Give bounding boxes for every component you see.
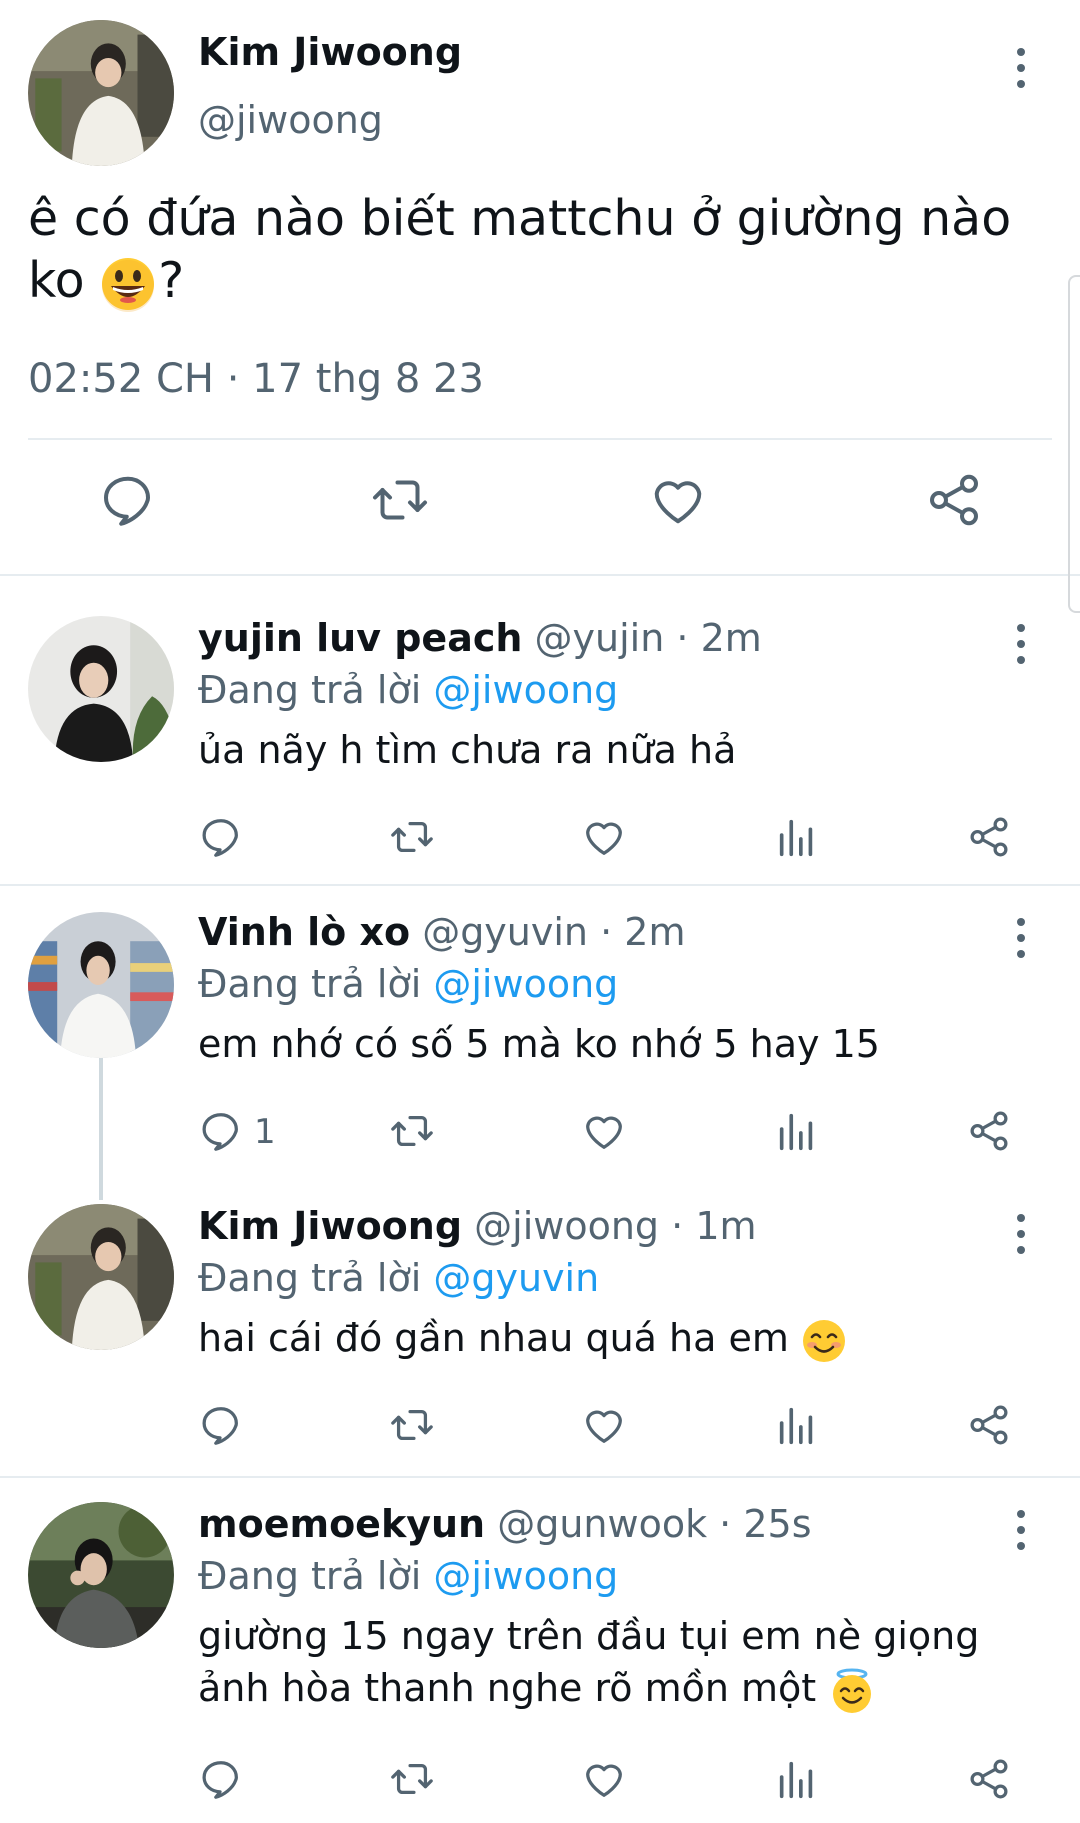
- reply-bubble-icon[interactable]: [198, 1402, 244, 1448]
- heart-icon[interactable]: [581, 1756, 627, 1802]
- analytics-icon[interactable]: [774, 814, 820, 860]
- avatar[interactable]: [28, 1502, 174, 1648]
- main-tweet: Kim Jiwoong @jiwoong ê có đứa nào biết m…: [0, 0, 1080, 575]
- heart-icon[interactable]: [648, 470, 708, 530]
- analytics-icon[interactable]: [774, 1108, 820, 1154]
- avatar[interactable]: [28, 1204, 174, 1350]
- retweet-icon[interactable]: [370, 470, 430, 530]
- reply-header: Kim Jiwoong @jiwoong · 1m: [198, 1204, 757, 1248]
- reply-bubble-icon[interactable]: [198, 814, 244, 860]
- tweet-actions: [0, 470, 1080, 542]
- share-icon[interactable]: [966, 814, 1012, 860]
- tweet-timestamp[interactable]: 02:52 CH · 17 thg 8 23: [28, 356, 484, 402]
- reply-header: Vinh lò xo @gyuvin · 2m: [198, 910, 686, 954]
- replying-prefix: Đang trả lời: [198, 1554, 422, 1598]
- replying-prefix: Đang trả lời: [198, 962, 422, 1006]
- grinning-face-emoji-icon: [102, 257, 155, 312]
- reply-tweet: Vinh lò xo @gyuvin · 2m Đang trả lời @ji…: [0, 886, 1080, 1196]
- mention-link[interactable]: @gyuvin: [433, 1256, 599, 1300]
- replying-to: Đang trả lời @jiwoong: [198, 1554, 618, 1598]
- author-name[interactable]: Kim Jiwoong: [198, 30, 462, 74]
- replying-to: Đang trả lời @gyuvin: [198, 1256, 599, 1300]
- separator: ·: [676, 616, 689, 660]
- avatar[interactable]: [28, 20, 174, 166]
- reply-text: ủa nãy h tìm chưa ra nữa hả: [198, 728, 737, 772]
- more-vertical-icon[interactable]: [1011, 918, 1031, 958]
- reply-tweet: yujin luv peach @yujin · 2m Đang trả lời…: [0, 576, 1080, 884]
- share-icon[interactable]: [924, 470, 984, 530]
- separator: ·: [719, 1502, 732, 1546]
- tweet-text: ê có đứa nào biết mattchu ở giường nào k…: [28, 188, 1038, 312]
- reply-tweet: moemoekyun @gunwook · 25s Đang trả lời @…: [0, 1478, 1080, 1823]
- reply-time[interactable]: 2m: [701, 616, 762, 660]
- separator: ·: [600, 910, 613, 954]
- reply-text-body: hai cái đó gần nhau quá ha em: [198, 1316, 789, 1360]
- more-vertical-icon[interactable]: [1011, 48, 1031, 88]
- author-handle[interactable]: @jiwoong: [198, 98, 383, 142]
- mention-link[interactable]: @jiwoong: [433, 962, 618, 1006]
- reply-header: yujin luv peach @yujin · 2m: [198, 616, 762, 660]
- retweet-icon[interactable]: [389, 1108, 435, 1154]
- more-vertical-icon[interactable]: [1011, 624, 1031, 664]
- reply-tweet: Kim Jiwoong @jiwoong · 1m Đang trả lời @…: [0, 1196, 1080, 1476]
- reply-text-line-1: giường 15 ngay trên đầu tụi em nè giọng: [198, 1614, 980, 1658]
- replying-prefix: Đang trả lời: [198, 668, 422, 712]
- reply-count: 1: [254, 1112, 276, 1152]
- reply-text: hai cái đó gần nhau quá ha em: [198, 1312, 1018, 1364]
- divider: [28, 438, 1052, 440]
- author-handle[interactable]: @gunwook: [497, 1502, 707, 1546]
- reply-bubble-icon[interactable]: [198, 1108, 244, 1154]
- mention-link[interactable]: @jiwoong: [433, 668, 618, 712]
- share-icon[interactable]: [966, 1402, 1012, 1448]
- retweet-icon[interactable]: [389, 1402, 435, 1448]
- share-icon[interactable]: [966, 1108, 1012, 1154]
- separator: ·: [671, 1204, 684, 1248]
- analytics-icon[interactable]: [774, 1402, 820, 1448]
- reply-bubble-icon[interactable]: [198, 1756, 244, 1802]
- replying-prefix: Đang trả lời: [198, 1256, 422, 1300]
- reply-text-line-2-body: ảnh hòa thanh nghe rõ mồn một: [198, 1666, 817, 1710]
- reply-text: em nhớ có số 5 mà ko nhớ 5 hay 15: [198, 1022, 880, 1066]
- author-handle[interactable]: @yujin: [535, 616, 665, 660]
- author-handle[interactable]: @gyuvin: [422, 910, 588, 954]
- smiling-face-emoji-icon: [802, 1319, 845, 1362]
- reply-bubble-icon[interactable]: [98, 470, 158, 530]
- mention-link[interactable]: @jiwoong: [433, 1554, 618, 1598]
- author-name[interactable]: moemoekyun: [198, 1502, 485, 1546]
- reply-text: giường 15 ngay trên đầu tụi em nè giọng …: [198, 1610, 1018, 1715]
- scrollbar[interactable]: [1068, 275, 1080, 613]
- replying-to: Đang trả lời @jiwoong: [198, 962, 618, 1006]
- heart-icon[interactable]: [581, 1108, 627, 1154]
- avatar[interactable]: [28, 616, 174, 762]
- share-icon[interactable]: [966, 1756, 1012, 1802]
- reply-text-line-2: ảnh hòa thanh nghe rõ mồn một: [198, 1662, 1018, 1715]
- retweet-icon[interactable]: [389, 814, 435, 860]
- reply-header: moemoekyun @gunwook · 25s: [198, 1502, 812, 1546]
- more-vertical-icon[interactable]: [1011, 1214, 1031, 1254]
- halo-face-emoji-icon: [833, 1668, 872, 1713]
- heart-icon[interactable]: [581, 1402, 627, 1448]
- analytics-icon[interactable]: [774, 1756, 820, 1802]
- reply-time[interactable]: 1m: [695, 1204, 756, 1248]
- reply-time[interactable]: 25s: [743, 1502, 811, 1546]
- avatar[interactable]: [28, 912, 174, 1058]
- heart-icon[interactable]: [581, 814, 627, 860]
- author-handle[interactable]: @jiwoong: [474, 1204, 659, 1248]
- more-vertical-icon[interactable]: [1011, 1510, 1031, 1550]
- author-name[interactable]: Vinh lò xo: [198, 910, 410, 954]
- tweet-text-end: ?: [158, 252, 185, 309]
- reply-time[interactable]: 2m: [624, 910, 685, 954]
- replying-to: Đang trả lời @jiwoong: [198, 668, 618, 712]
- author-name[interactable]: Kim Jiwoong: [198, 1204, 462, 1248]
- retweet-icon[interactable]: [389, 1756, 435, 1802]
- author-name[interactable]: yujin luv peach: [198, 616, 522, 660]
